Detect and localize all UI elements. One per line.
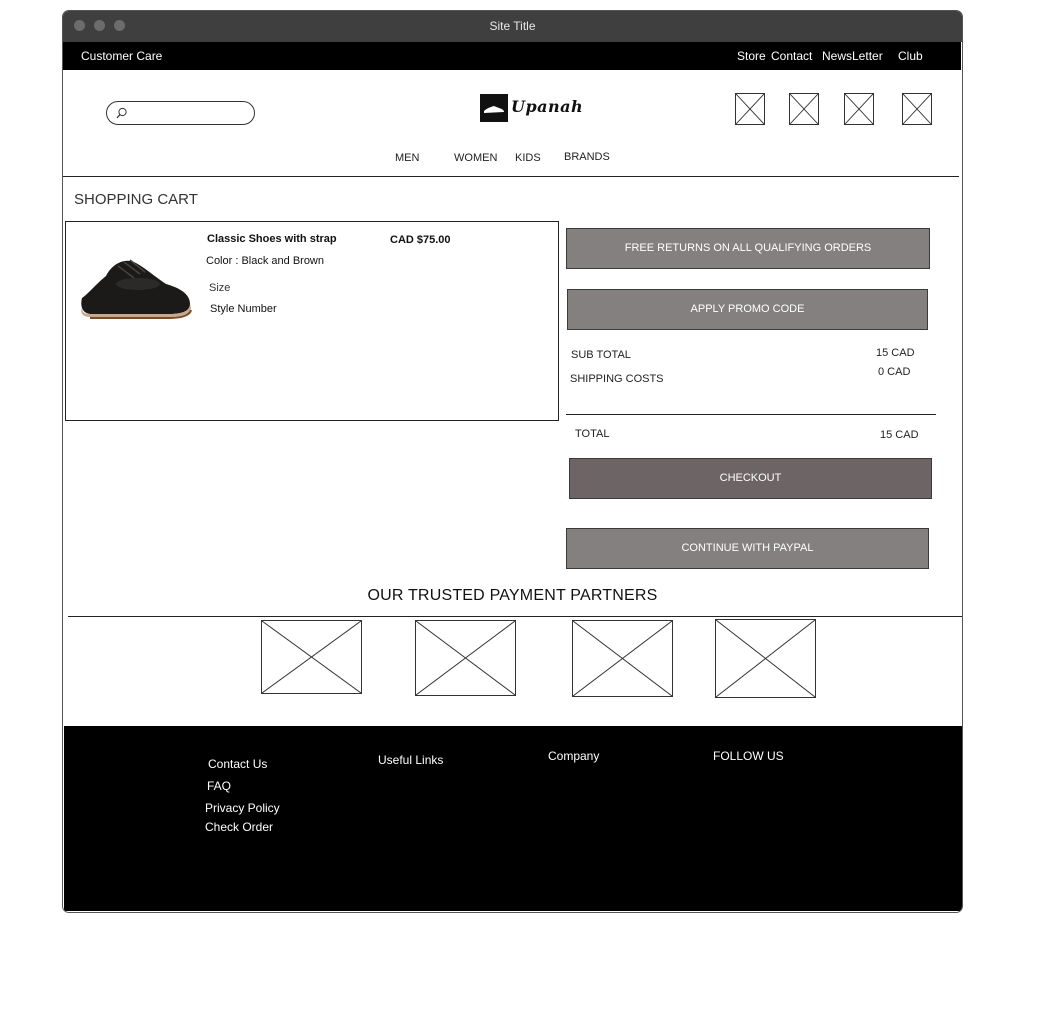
header-icon-placeholder-3[interactable]: [844, 93, 874, 125]
paypal-button[interactable]: CONTINUE WITH PAYPAL: [566, 528, 929, 569]
free-returns-banner: FREE RETURNS ON ALL QUALIFYING ORDERS: [566, 228, 930, 269]
site-footer: Contact Us FAQ Privacy Policy Check Orde…: [64, 726, 962, 911]
product-style-number: Style Number: [210, 303, 277, 315]
nav-item-kids[interactable]: KIDS: [515, 152, 541, 164]
subtotal-label: SUB TOTAL: [571, 349, 631, 361]
shipping-label: SHIPPING COSTS: [570, 373, 664, 385]
shipping-value: 0 CAD: [878, 366, 911, 378]
top-bar: Customer Care Store Contact NewsLetter C…: [63, 42, 961, 70]
search-icon: [116, 107, 127, 119]
product-size-label: Size: [209, 282, 231, 294]
footer-link-contact[interactable]: Contact Us: [208, 757, 267, 771]
footer-link-faq[interactable]: FAQ: [207, 779, 231, 793]
nav-item-men[interactable]: MEN: [395, 152, 419, 164]
total-label: TOTAL: [575, 428, 610, 440]
nav-divider: [63, 176, 959, 177]
payment-partner-logo-4: [715, 619, 816, 698]
product-name[interactable]: Classic Shoes with strap: [207, 233, 337, 245]
page-title: SHOPPING CART: [74, 191, 198, 208]
payment-partner-logo-3: [572, 620, 673, 697]
subtotal-value: 15 CAD: [876, 347, 915, 359]
product-price: CAD $75.00: [390, 234, 451, 246]
payment-partner-logo-1: [261, 620, 362, 694]
shoe-logo-icon: [480, 94, 508, 122]
title-bar: Site Title: [63, 11, 962, 42]
partners-title: OUR TRUSTED PAYMENT PARTNERS: [367, 587, 658, 604]
footer-heading-useful-links[interactable]: Useful Links: [378, 753, 443, 767]
apply-promo-button[interactable]: APPLY PROMO CODE: [567, 289, 928, 330]
browser-window: Site Title Customer Care Store Contact N…: [62, 10, 963, 913]
topbar-link-club[interactable]: Club: [898, 49, 923, 63]
nav-item-brands[interactable]: BRANDS: [564, 151, 610, 163]
payment-partner-logo-2: [415, 620, 516, 696]
product-color: Color : Black and Brown: [206, 255, 324, 267]
footer-heading-company[interactable]: Company: [548, 749, 599, 763]
header-icon-placeholder-1[interactable]: [735, 93, 765, 125]
customer-care-link[interactable]: Customer Care: [81, 49, 162, 63]
product-image[interactable]: [78, 254, 193, 324]
footer-link-privacy[interactable]: Privacy Policy: [205, 801, 280, 815]
logo-wordmark: Upanah: [511, 97, 584, 116]
header-icon-placeholder-4[interactable]: [902, 93, 932, 125]
total-value: 15 CAD: [880, 429, 919, 441]
partners-divider: [68, 616, 962, 617]
header-icon-placeholder-2[interactable]: [789, 93, 819, 125]
topbar-link-newsletter[interactable]: NewsLetter: [822, 49, 883, 63]
summary-divider: [566, 414, 936, 415]
search-input[interactable]: [106, 101, 255, 125]
window-title: Site Title: [489, 19, 536, 33]
nav-item-women[interactable]: WOMEN: [454, 152, 497, 164]
footer-link-check-order[interactable]: Check Order: [205, 820, 273, 834]
cart-item-card: Classic Shoes with strap CAD $75.00 Colo…: [65, 221, 559, 421]
footer-heading-follow: FOLLOW US: [713, 749, 784, 763]
checkout-button[interactable]: CHECKOUT: [569, 458, 932, 499]
topbar-link-contact[interactable]: Contact: [771, 49, 812, 63]
topbar-link-store[interactable]: Store: [737, 49, 766, 63]
